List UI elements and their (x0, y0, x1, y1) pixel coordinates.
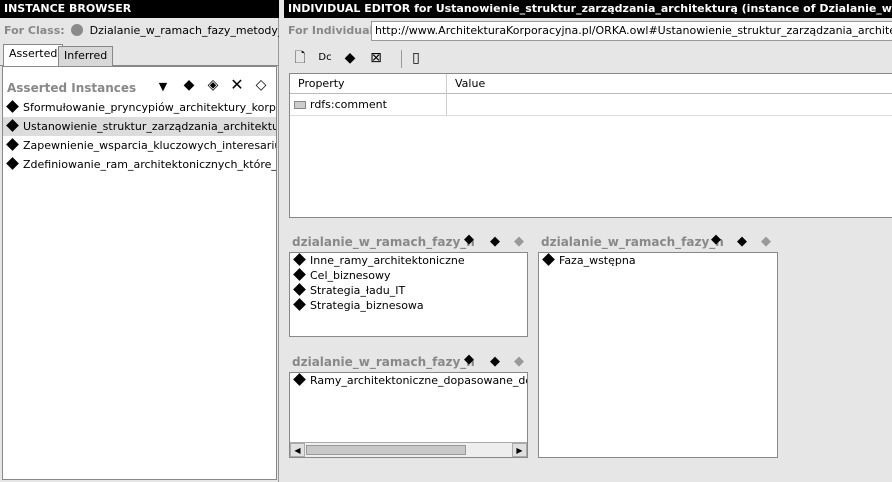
create-value-icon[interactable]: ◆ (708, 232, 724, 248)
table-row[interactable]: rdfs:comment (290, 95, 892, 116)
individual-editor-panel: INDIVIDUAL EDITOR for Ustanowienie_struk… (284, 0, 892, 482)
asserted-instances-header: Asserted Instances ▼ ◆ ◈ ✕ ◇ (3, 67, 276, 97)
slot-title: dzialanie_w_ramach_fazy_n (541, 235, 724, 249)
annotation-table: Property Value rdfs:comment (289, 73, 892, 218)
list-item[interactable]: Inne_ramy_architektoniczne (290, 253, 527, 268)
instance-icon (6, 138, 19, 151)
scroll-left-icon[interactable]: ◀ (290, 443, 305, 457)
for-class-value[interactable]: Dzialanie_w_ramach_fazy_metody_tw... (90, 24, 279, 37)
remove-value-icon[interactable]: ◆ (758, 234, 774, 250)
instance-icon (6, 157, 19, 170)
find-instance-icon[interactable]: ◇ (253, 77, 269, 93)
dropdown-icon[interactable]: ▼ (155, 79, 171, 95)
instance-list: Sformułowanie_pryncypiów_architektury_ko… (3, 98, 276, 174)
slot-title: dzialanie_w_ramach_fazy_n (292, 235, 475, 249)
class-icon (71, 24, 84, 36)
remove-value-icon[interactable]: ◆ (511, 234, 527, 250)
list-item[interactable]: Cel_biznesowy (290, 268, 527, 283)
slot-value-list: Inne_ramy_architektoniczne Cel_biznesowy… (289, 252, 528, 337)
delete-annotation-icon[interactable]: ⊠ (368, 50, 384, 66)
add-value-icon[interactable]: ◆ (487, 234, 503, 250)
list-item[interactable]: Strategia_biznesowa (290, 298, 527, 313)
editor-toolbar: 🗋 Dc ◆ ⊠ ▯ (284, 46, 892, 72)
instance-icon (293, 268, 306, 281)
instance-icon (293, 298, 306, 311)
create-value-icon[interactable]: ◆ (461, 232, 477, 248)
for-individual-label: For Individual: (288, 24, 378, 37)
instance-icon (293, 373, 306, 386)
delete-instance-icon[interactable]: ✕ (229, 77, 245, 93)
table-header: Property Value (290, 74, 892, 94)
individual-editor-title: INDIVIDUAL EDITOR for Ustanowienie_struk… (284, 0, 892, 18)
property-cell: rdfs:comment (310, 98, 387, 111)
instance-icon (6, 100, 19, 113)
list-item[interactable]: Sformułowanie_pryncypiów_architektury_ko… (3, 98, 276, 117)
asserted-instances-title: Asserted Instances (7, 81, 137, 95)
remove-value-icon[interactable]: ◆ (511, 354, 527, 370)
scroll-right-icon[interactable]: ▶ (512, 443, 527, 457)
list-item[interactable]: Zdefiniowanie_ram_architektonicznych_któ… (3, 155, 276, 174)
instance-icon (6, 119, 19, 132)
slot-2: dzialanie_w_ramach_fazy_n ◆ ◆ ◆ Faza_wst… (538, 230, 778, 460)
instance-browser-title: INSTANCE BROWSER (0, 0, 279, 18)
copy-instance-icon[interactable]: ◈ (205, 77, 221, 93)
for-class-label: For Class: (4, 24, 65, 37)
column-property: Property (298, 77, 345, 90)
list-item[interactable]: Ustanowienie_struktur_zarządzania_archit… (3, 117, 276, 136)
list-item[interactable]: Zapewnienie_wsparcia_kluczowych_interesa… (3, 136, 276, 155)
instance-tabs: Asserted Inferred (0, 44, 279, 66)
tab-inferred[interactable]: Inferred (58, 46, 114, 66)
create-value-icon[interactable]: ◆ (461, 352, 477, 368)
for-class-row: For Class: Dzialanie_w_ramach_fazy_metod… (0, 18, 279, 44)
for-individual-row: For Individual: http://www.ArchitekturaK… (284, 18, 892, 44)
create-instance-icon[interactable]: ◆ (181, 77, 197, 93)
slot-value-list: Ramy_architektoniczne_dopasowane_do_potr… (289, 372, 528, 458)
add-value-icon[interactable]: ◆ (342, 50, 358, 66)
tab-asserted[interactable]: Asserted (3, 44, 64, 66)
annotation-icon (294, 101, 306, 109)
slot-title: dzialanie_w_ramach_fazy_n (292, 355, 475, 369)
list-item[interactable]: Faza_wstępna (539, 253, 777, 268)
slot-3: dzialanie_w_ramach_fazy_n ◆ ◆ ◆ Ramy_arc… (289, 350, 529, 460)
toolbar-separator (401, 50, 402, 68)
add-value-icon[interactable]: ◆ (734, 234, 750, 250)
new-annotation-icon[interactable]: 🗋 (292, 50, 308, 66)
form-layout-icon[interactable]: ▯ (408, 50, 424, 66)
instance-browser-panel: INSTANCE BROWSER For Class: Dzialanie_w_… (0, 0, 279, 482)
asserted-instances-box: Asserted Instances ▼ ◆ ◈ ✕ ◇ Sformułowan… (2, 66, 277, 480)
slot-1: dzialanie_w_ramach_fazy_n ◆ ◆ ◆ Inne_ram… (289, 230, 529, 340)
instance-icon (293, 253, 306, 266)
instance-icon (293, 283, 306, 296)
instance-icon (542, 253, 555, 266)
scroll-thumb[interactable] (306, 445, 466, 455)
add-value-icon[interactable]: ◆ (487, 354, 503, 370)
slot-value-list: Faza_wstępna (538, 252, 778, 458)
doc-icon[interactable]: Dc (317, 50, 333, 66)
horizontal-scrollbar[interactable]: ◀ ▶ (290, 442, 527, 457)
column-value: Value (455, 77, 486, 90)
list-item[interactable]: Strategia_ładu_IT (290, 283, 527, 298)
list-item[interactable]: Ramy_architektoniczne_dopasowane_do_potr (290, 373, 527, 388)
individual-uri-field[interactable]: http://www.ArchitekturaKorporacyjna.pl/O… (371, 21, 892, 41)
